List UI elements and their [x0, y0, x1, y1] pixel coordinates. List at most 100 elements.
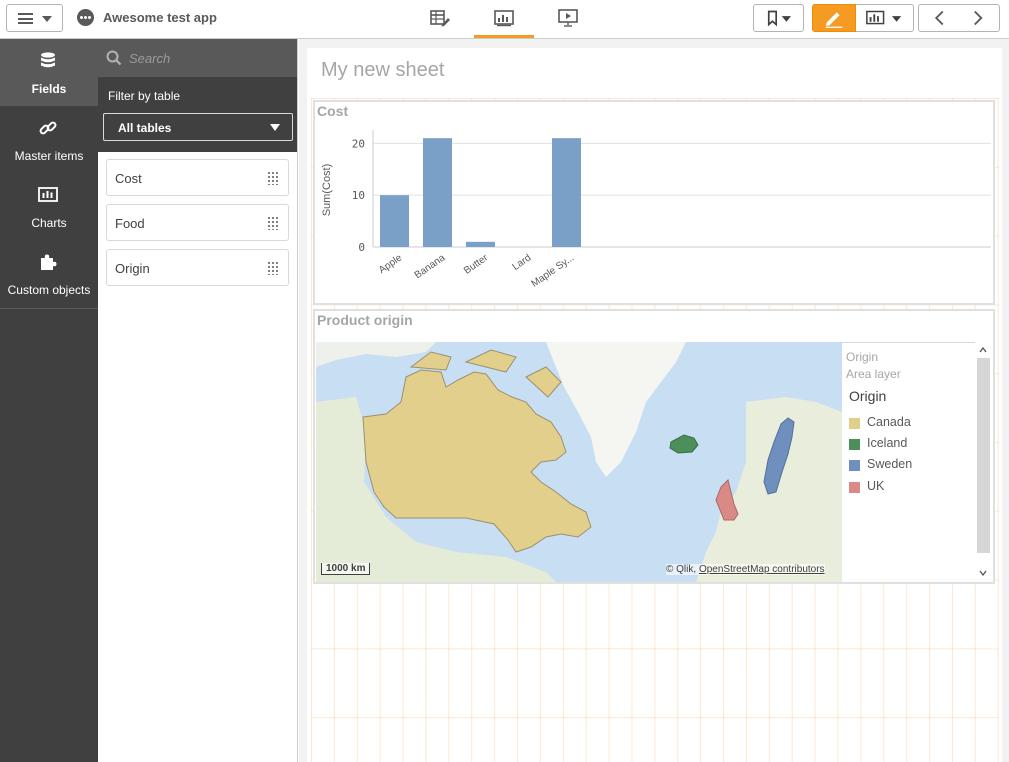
- y-tick-label: 0: [358, 241, 365, 254]
- legend-item-uk[interactable]: UK: [849, 479, 969, 495]
- global-menu-button[interactable]: [6, 4, 63, 32]
- map-scale-bar: 1000 km: [321, 563, 371, 575]
- next-sheet-button[interactable]: [957, 4, 1000, 32]
- y-axis-label: Sum(Cost): [321, 164, 333, 217]
- chart-icon: [866, 10, 902, 25]
- pencil-icon: [825, 12, 843, 28]
- legend-label: Canada: [867, 415, 911, 429]
- field-name: Origin: [115, 261, 150, 276]
- assets-rail: Fields Master items Charts Custom object…: [0, 39, 98, 762]
- legend-label: Sweden: [867, 457, 913, 471]
- legend-item-iceland[interactable]: Iceland: [849, 436, 969, 452]
- story-icon: [558, 9, 578, 27]
- field-item-cost[interactable]: Cost: [106, 159, 289, 196]
- map-canvas: [316, 342, 842, 582]
- rail-divider: [0, 308, 98, 309]
- sheet-canvas: My new sheet Cost 0 10 20 Sum(Cost) Apple Ban…: [299, 39, 1009, 762]
- field-name: Cost: [115, 171, 142, 186]
- table-filter-select[interactable]: All tables: [103, 113, 293, 141]
- cost-bar-chart[interactable]: Cost 0 10 20 Sum(Cost) Apple Banana Butter Lard…: [313, 100, 995, 305]
- fields-panel: Filter by table All tables Cost Food Ori…: [98, 39, 298, 762]
- analysis-icon: [494, 10, 514, 27]
- chevron-right-icon: [974, 10, 983, 26]
- hamburger-icon: [18, 13, 33, 24]
- data-manager-tab[interactable]: [410, 6, 470, 38]
- legend-label: Iceland: [867, 436, 908, 450]
- legend-item-canada[interactable]: Canada: [849, 415, 969, 431]
- rail-item-fields[interactable]: Fields: [0, 39, 98, 106]
- storytelling-tab[interactable]: [538, 6, 598, 38]
- chevron-down-icon[interactable]: [979, 569, 987, 577]
- rail-item-custom-objects[interactable]: Custom objects: [0, 240, 98, 307]
- search-input[interactable]: [129, 48, 289, 68]
- more-options-icon[interactable]: [77, 9, 94, 26]
- chevron-up-icon[interactable]: [979, 346, 987, 354]
- legend-item-sweden[interactable]: Sweden: [849, 457, 969, 473]
- field-name: Food: [115, 216, 145, 231]
- previous-sheet-button[interactable]: [918, 4, 961, 32]
- x-tick-label: Butter: [462, 252, 491, 277]
- legend-layer: Area layer: [846, 367, 901, 381]
- sheet-title[interactable]: My new sheet: [321, 59, 444, 82]
- fields-panel-header: Filter by table All tables: [98, 39, 297, 152]
- top-toolbar: Awesome test app: [0, 0, 1009, 39]
- map-legend: Origin Area layer Origin Canada Iceland …: [842, 342, 991, 582]
- map-attribution: © Qlik, OpenStreetMap contributors: [666, 564, 825, 575]
- legend-swatch: [849, 460, 860, 471]
- rail-item-charts[interactable]: Charts: [0, 173, 98, 240]
- rail-item-label: Fields: [31, 82, 67, 96]
- drag-handle-icon[interactable]: [267, 216, 278, 230]
- analysis-tab[interactable]: [474, 6, 534, 38]
- legend-swatch: [849, 439, 860, 450]
- filter-by-table-label: Filter by table: [108, 89, 181, 103]
- bar-butter[interactable]: [466, 241, 495, 247]
- search-icon: [106, 50, 122, 66]
- bookmark-icon: [767, 10, 792, 27]
- legend-header: Origin: [846, 350, 879, 364]
- link-icon: [39, 121, 57, 135]
- table-filter-value: All tables: [118, 121, 172, 135]
- legend-swatch: [849, 418, 860, 429]
- rail-item-label: Charts: [31, 216, 67, 230]
- x-tick-label: Lard: [511, 252, 534, 272]
- field-item-origin[interactable]: Origin: [106, 249, 289, 286]
- x-tick-label: Maple Sy...: [530, 252, 577, 289]
- legend-scrollbar[interactable]: [975, 342, 991, 582]
- chevron-left-icon: [934, 10, 944, 26]
- x-tick-label: Banana: [413, 252, 448, 281]
- legend-dimension: Origin: [849, 388, 887, 404]
- app-title: Awesome test app: [103, 10, 217, 25]
- attribution-prefix: © Qlik,: [666, 564, 697, 575]
- map-area[interactable]: 1000 km © Qlik, OpenStreetMap contributo…: [316, 342, 842, 582]
- search-box: [98, 39, 297, 77]
- sheet-chart-dropdown[interactable]: [856, 4, 914, 32]
- sheet: My new sheet Cost 0 10 20 Sum(Cost) Apple Ban…: [307, 48, 1002, 762]
- y-tick-label: 20: [352, 137, 365, 150]
- data-manager-icon: [430, 10, 450, 27]
- chevron-down-icon: [42, 16, 52, 22]
- bar-chart-plot: 0 10 20 Sum(Cost) Apple Banana Butter LardMaple…: [321, 130, 991, 290]
- bar-maple-sy[interactable]: [552, 138, 581, 247]
- bar-banana[interactable]: [423, 138, 452, 247]
- y-tick-label: 10: [352, 189, 365, 202]
- osm-attribution-link[interactable]: OpenStreetMap contributors: [699, 564, 825, 575]
- product-origin-map[interactable]: Product origin 1000 km © Qlik, OpenStree…: [313, 309, 995, 584]
- bar-apple[interactable]: [380, 195, 409, 247]
- rail-item-label: Custom objects: [7, 283, 91, 297]
- drag-handle-icon[interactable]: [267, 261, 278, 275]
- drag-handle-icon[interactable]: [267, 171, 278, 185]
- scrollbar-thumb[interactable]: [977, 358, 990, 553]
- rail-item-master-items[interactable]: Master items: [0, 106, 98, 173]
- x-tick-label: Apple: [377, 252, 405, 276]
- database-icon: [41, 52, 55, 68]
- map-title: Product origin: [317, 312, 413, 328]
- field-item-food[interactable]: Food: [106, 204, 289, 241]
- legend-label: UK: [867, 479, 885, 493]
- caret-down-icon: [270, 124, 280, 131]
- edit-sheet-button[interactable]: [812, 4, 856, 32]
- rail-item-label: Master items: [14, 149, 84, 163]
- puzzle-icon: [41, 254, 57, 270]
- bookmarks-button[interactable]: [753, 4, 804, 32]
- bar-chart-icon: [38, 187, 58, 202]
- legend-swatch: [849, 482, 860, 493]
